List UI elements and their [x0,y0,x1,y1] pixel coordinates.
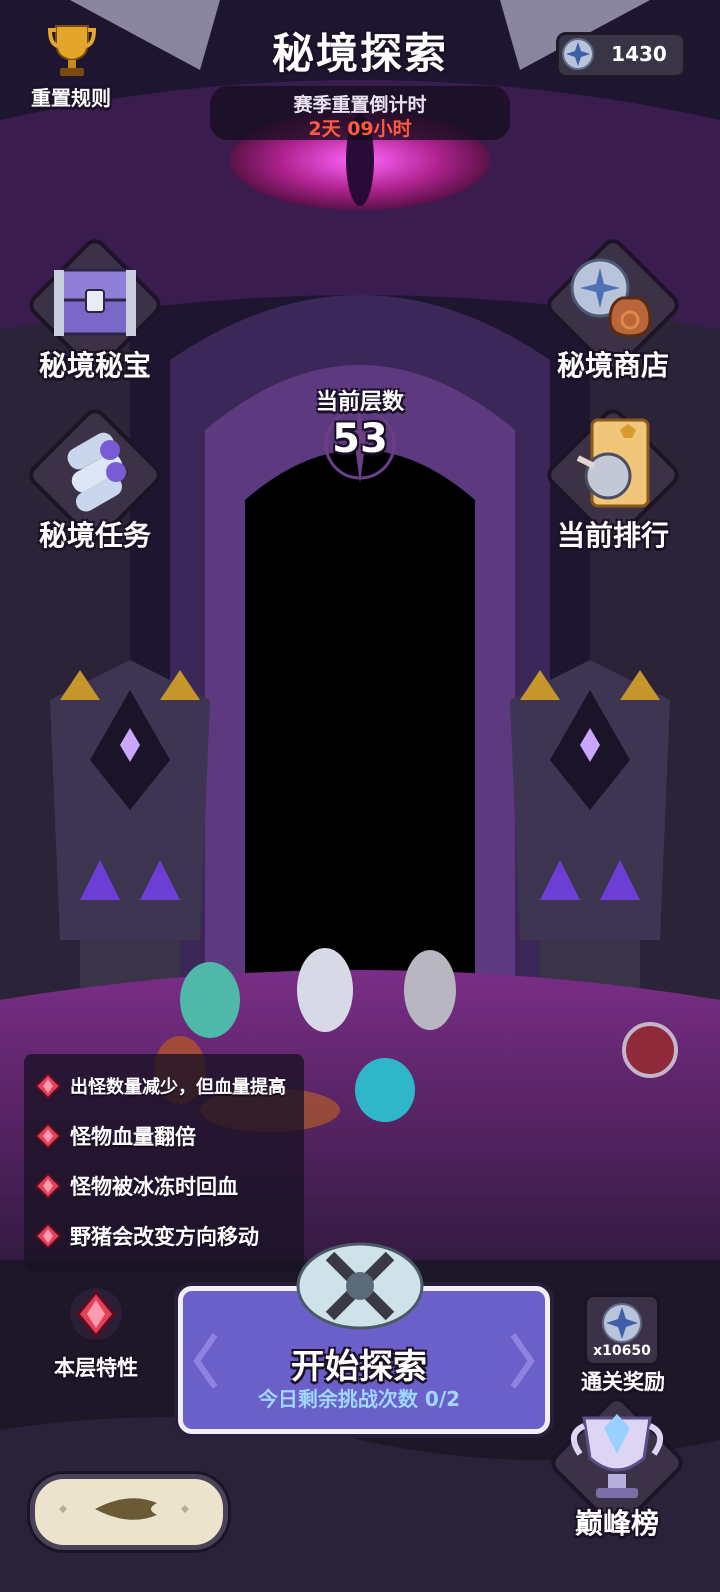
season-countdown: 赛季重置倒计时 2天 09小时 [210,86,510,140]
remaining-attempts: 今日剩余挑战次数 0/2 [257,1387,461,1411]
trophy-icon [48,25,96,76]
trait-text: 怪物被冰冻时回血 [70,1175,238,1199]
crossed-axes-icon [296,1242,424,1330]
tasks-label: 秘境任务 [38,519,151,552]
shop-button[interactable]: 秘境商店 [542,234,684,382]
peak-trophy-icon [571,1414,663,1498]
title-plate: 秘境探索 [230,12,490,82]
treasure-button[interactable]: 秘境秘宝 [24,234,166,382]
red-gem-icon [34,1072,62,1100]
floor-trait-button[interactable]: 本层特性 [36,1284,156,1394]
floor-trait-gem-icon [70,1288,122,1340]
currency-amount: 1430 [611,42,667,66]
red-gem-icon [34,1222,62,1250]
floor-label: 当前层数 [315,390,404,415]
countdown-label: 赛季重置倒计时 [293,94,427,116]
trait-item: 出怪数量减少，但血量提高 [34,1066,286,1106]
scroll-icon [67,432,126,512]
trait-text: 出怪数量减少，但血量提高 [70,1077,286,1098]
star-coin-icon [602,1303,642,1343]
tasks-button[interactable]: 秘境任务 [24,404,166,552]
peak-ranking-button[interactable]: 巅峰榜 [546,1392,688,1548]
reset-rules-button[interactable]: 重置规则 [20,20,122,116]
ranking-scroll-icon [576,418,650,508]
treasure-label: 秘境秘宝 [38,349,151,382]
countdown-value: 2天 09小时 [308,118,412,140]
treasure-chest-icon [54,268,136,336]
clear-reward-label: 通关奖励 [581,1370,665,1394]
floor-trait-label: 本层特性 [54,1356,138,1380]
clear-reward-button[interactable]: x10650 通关奖励 [564,1294,682,1394]
back-arrow-icon [59,1498,189,1520]
trait-text: 怪物血量翻倍 [70,1125,196,1149]
trait-item: 野猪会改变方向移动 [34,1216,259,1256]
floor-indicator: 当前层数 53 [290,384,430,484]
reward-count: x10650 [593,1343,651,1359]
trait-item: 怪物血量翻倍 [34,1116,196,1156]
ranking-button[interactable]: 当前排行 [542,404,684,552]
trait-text: 野猪会改变方向移动 [70,1225,259,1249]
ranking-label: 当前排行 [556,519,669,552]
reset-rules-label: 重置规则 [31,86,111,110]
currency-display[interactable]: 1430 [556,32,686,78]
page-title: 秘境探索 [271,29,448,78]
shop-label: 秘境商店 [556,349,669,382]
game-scene: 重置规则 秘境探索 赛季重置倒计时 2天 09小时 1430 秘境秘宝 秘境商店… [0,0,720,1592]
red-gem-icon [34,1172,62,1200]
star-coin-icon [562,38,594,70]
reward-frame: x10650 [584,1294,660,1366]
red-gem-icon [34,1122,62,1150]
peak-ranking-label: 巅峰榜 [574,1507,659,1540]
shop-bag-icon [570,258,652,338]
floor-value: 53 [332,416,388,462]
trait-item: 怪物被冰冻时回血 [34,1166,238,1206]
start-explore-label: 开始探索 [291,1347,427,1387]
back-button[interactable] [30,1474,228,1550]
